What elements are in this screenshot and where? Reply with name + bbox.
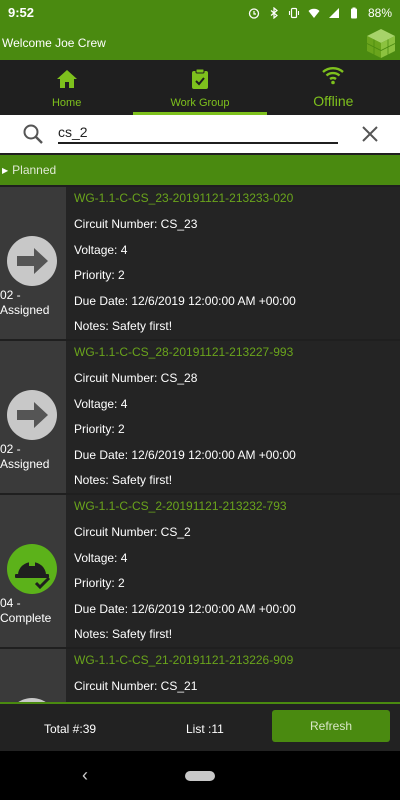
- welcome-title: Welcome Joe Crew: [2, 35, 106, 50]
- item-details: WG-1.1-C-CS_2-20191121-213232-793 Circui…: [66, 495, 400, 647]
- item-status: 02 - Assigned: [0, 288, 50, 317]
- item-details: WG-1.1-C-CS_21-20191121-213226-909 Circu…: [66, 649, 400, 703]
- alarm-icon: [248, 7, 260, 19]
- item-notes: Notes: Safety first!: [74, 473, 173, 487]
- arrow-right-icon: [7, 390, 57, 440]
- hardhat-check-icon: [7, 544, 57, 594]
- item-status-panel: 02 - Assigned: [0, 341, 66, 493]
- list-item[interactable]: 02 - Assigned WG-1.1-C-CS_23-20191121-21…: [0, 187, 400, 341]
- home-icon: [56, 70, 77, 88]
- tab-home-label: Home: [51, 97, 82, 109]
- status-icons: 88%: [248, 6, 392, 20]
- item-notes: Notes: Safety first!: [74, 627, 173, 641]
- list-item[interactable]: 04 - Complete WG-1.1-C-CS_2-20191121-213…: [0, 495, 400, 649]
- wifi-status-icon: [308, 8, 320, 18]
- app-bar: Welcome Joe Crew: [0, 25, 400, 60]
- item-status-panel: 04 - Complete: [0, 495, 66, 647]
- app-logo-icon: [366, 29, 396, 58]
- item-circuit: Circuit Number: CS_23: [74, 217, 198, 231]
- search-bar: [0, 115, 400, 153]
- section-label: Planned: [12, 163, 57, 177]
- tab-home[interactable]: Home: [0, 60, 133, 115]
- item-id: WG-1.1-C-CS_23-20191121-213233-020: [74, 191, 294, 205]
- item-due-date: Due Date: 12/6/2019 12:00:00 AM +00:00: [74, 601, 296, 616]
- item-circuit: Circuit Number: CS_21: [74, 679, 198, 693]
- work-group-list[interactable]: 02 - Assigned WG-1.1-C-CS_23-20191121-21…: [0, 187, 400, 703]
- item-due-date: Due Date: 12/6/2019 12:00:00 AM +00:00: [74, 447, 296, 462]
- wifi-icon: [322, 67, 345, 85]
- system-nav-bar: ‹: [0, 751, 400, 800]
- signal-icon: [328, 7, 339, 18]
- item-id: WG-1.1-C-CS_21-20191121-213226-909: [74, 653, 294, 667]
- item-status: 02 - Assigned: [0, 442, 50, 471]
- home-pill-icon[interactable]: [185, 771, 215, 781]
- close-icon[interactable]: [360, 124, 380, 144]
- tab-bar: Home Work Group Offline: [0, 60, 400, 115]
- refresh-button[interactable]: Refresh: [272, 710, 390, 742]
- screen: 9:52 88% Welcome Joe Crew Home Work Grou…: [0, 0, 400, 800]
- vibrate-icon: [288, 7, 300, 18]
- item-voltage: Voltage: 4: [74, 550, 128, 565]
- item-id: WG-1.1-C-CS_28-20191121-213227-993: [74, 345, 294, 359]
- item-status-panel: 02 - Assigned: [0, 187, 66, 339]
- battery-icon: [350, 7, 357, 18]
- expand-arrow-icon: ▶: [2, 165, 9, 175]
- item-priority: Priority: 2: [74, 268, 125, 282]
- item-status-panel: [0, 649, 66, 703]
- status-bar: 9:52 88%: [0, 0, 400, 25]
- search-input[interactable]: [58, 124, 338, 144]
- footer-bar: Total #:39 List :11 Refresh: [0, 702, 400, 751]
- tab-work-group-label: Work Group: [170, 97, 230, 109]
- item-priority: Priority: 2: [74, 576, 125, 590]
- item-details: WG-1.1-C-CS_23-20191121-213233-020 Circu…: [66, 187, 400, 339]
- item-status: 04 - Complete: [0, 596, 52, 625]
- item-circuit: Circuit Number: CS_28: [74, 371, 198, 385]
- item-priority: Priority: 2: [74, 422, 125, 436]
- list-item[interactable]: 02 - Assigned WG-1.1-C-CS_28-20191121-21…: [0, 341, 400, 495]
- arrow-right-icon: [7, 236, 57, 286]
- list-count: List :11: [186, 722, 224, 736]
- status-time: 9:52: [8, 5, 35, 20]
- search-icon[interactable]: [22, 123, 44, 145]
- back-chevron-icon[interactable]: ‹: [82, 765, 88, 786]
- clipboard-check-icon: [191, 68, 208, 89]
- tab-offline-label: Offline: [313, 93, 354, 109]
- battery-level: 88%: [367, 5, 392, 20]
- item-details: WG-1.1-C-CS_28-20191121-213227-993 Circu…: [66, 341, 400, 493]
- list-item[interactable]: WG-1.1-C-CS_21-20191121-213226-909 Circu…: [0, 649, 400, 703]
- section-header-planned[interactable]: ▶ Planned: [0, 155, 400, 185]
- bluetooth-icon: [270, 6, 278, 19]
- tab-work-group[interactable]: Work Group: [133, 60, 267, 115]
- item-circuit: Circuit Number: CS_2: [74, 525, 191, 539]
- tab-offline[interactable]: Offline: [267, 60, 400, 115]
- item-voltage: Voltage: 4: [74, 242, 128, 257]
- item-voltage: Voltage: 4: [74, 396, 128, 411]
- total-count: Total #:39: [44, 722, 97, 736]
- item-due-date: Due Date: 12/6/2019 12:00:00 AM +00:00: [74, 293, 296, 308]
- item-notes: Notes: Safety first!: [74, 319, 173, 333]
- item-id: WG-1.1-C-CS_2-20191121-213232-793: [74, 499, 287, 513]
